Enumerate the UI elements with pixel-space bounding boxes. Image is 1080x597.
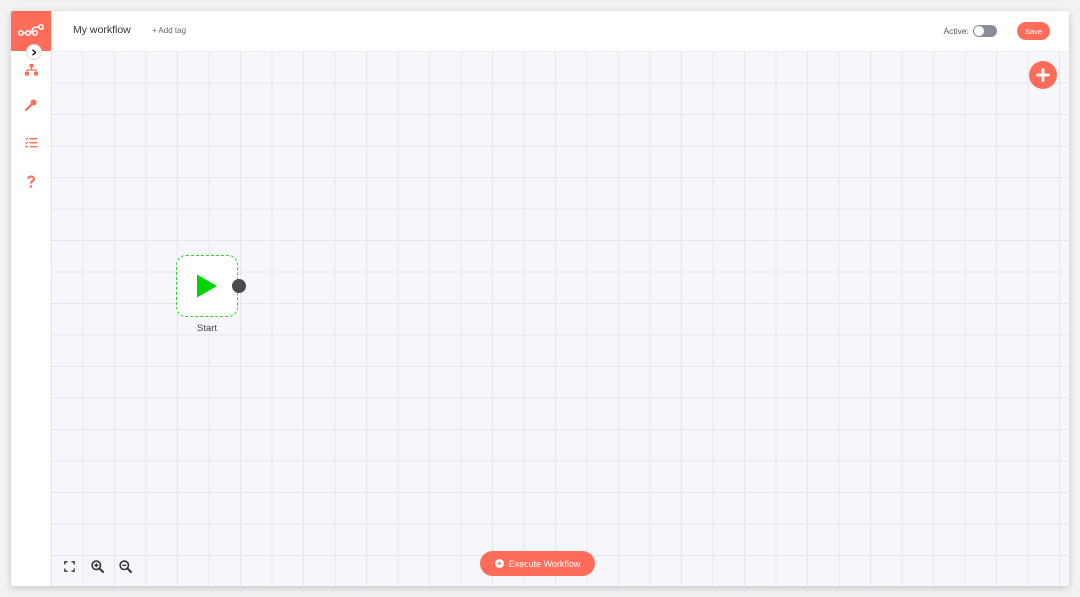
key-icon[interactable]	[21, 95, 41, 115]
execute-workflow-button[interactable]: Execute Workflow	[480, 551, 595, 576]
zoom-in-icon[interactable]	[87, 556, 107, 576]
header: My workflow + Add tag Active: Save	[51, 11, 1069, 52]
question-icon[interactable]	[21, 171, 41, 191]
sidebar	[11, 11, 52, 586]
workflow-name[interactable]: My workflow	[73, 24, 131, 36]
node-output-handle[interactable]	[232, 279, 246, 293]
chevron-right-icon[interactable]	[26, 44, 42, 60]
active-label: Active:	[943, 26, 969, 36]
play-icon	[197, 274, 217, 298]
plus-icon[interactable]	[1029, 61, 1057, 89]
execute-label: Execute Workflow	[508, 558, 581, 569]
tasks-list-icon[interactable]	[21, 132, 41, 152]
network-icon[interactable]	[21, 60, 41, 80]
toggle-knob	[974, 26, 984, 36]
start-node[interactable]	[176, 255, 238, 317]
node-label: Start	[196, 323, 218, 334]
app-window: My workflow + Add tag Active: Save Start	[11, 11, 1069, 586]
workflow-canvas[interactable]: Start Execute Workflow	[51, 51, 1069, 586]
play-circle-icon	[494, 559, 504, 568]
zoom-out-icon[interactable]	[115, 556, 135, 576]
active-toggle[interactable]	[973, 25, 997, 37]
active-control: Active:	[943, 25, 997, 37]
save-button[interactable]: Save	[1017, 22, 1050, 40]
zoom-tools	[59, 556, 135, 576]
fullscreen-icon[interactable]	[59, 556, 79, 576]
add-tag-link[interactable]: + Add tag	[152, 26, 186, 35]
